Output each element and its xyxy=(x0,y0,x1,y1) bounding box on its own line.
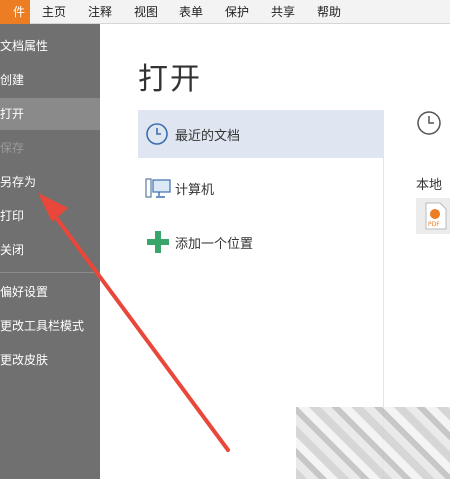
menu-file-tab[interactable]: 件 xyxy=(0,0,30,24)
clock-icon xyxy=(417,111,441,135)
svg-text:PDF: PDF xyxy=(428,221,440,228)
sidebar-item-open[interactable]: 打开 xyxy=(0,98,100,130)
recent-file-item[interactable]: PDF xyxy=(416,198,450,234)
sidebar-item-save[interactable]: 保存 xyxy=(0,132,100,164)
place-label: 最近的文档 xyxy=(175,129,241,144)
blurred-region xyxy=(296,407,450,479)
sidebar-item-preferences[interactable]: 偏好设置 xyxy=(0,276,100,308)
menu-bar: 件 主页 注释 视图 表单 保护 共享 帮助 xyxy=(0,0,450,24)
sidebar-divider xyxy=(0,272,100,273)
sidebar-item-change-skin[interactable]: 更改皮肤 xyxy=(0,344,100,376)
menu-home[interactable]: 主页 xyxy=(42,4,66,20)
plus-icon xyxy=(147,231,169,253)
place-recent-documents[interactable]: 最近的文档 xyxy=(138,110,384,158)
menu-form[interactable]: 表单 xyxy=(179,4,203,20)
menu-protect[interactable]: 保护 xyxy=(225,4,249,20)
page-title: 打开 xyxy=(138,62,202,97)
computer-icon xyxy=(145,178,171,198)
clock-icon xyxy=(146,123,168,145)
place-add-location[interactable]: 添加一个位置 xyxy=(138,218,384,266)
sidebar-item-create[interactable]: 创建 xyxy=(0,64,100,96)
menu-help[interactable]: 帮助 xyxy=(317,4,341,20)
file-sidebar: 文档属性 创建 打开 保存 另存为 打印 关闭 偏好设置 更改工具栏模式 更改皮… xyxy=(0,24,100,479)
menu-share[interactable]: 共享 xyxy=(271,4,295,20)
local-section-label: 本地 xyxy=(416,178,443,193)
place-label: 计算机 xyxy=(175,183,215,198)
pdf-file-icon: PDF xyxy=(425,202,447,230)
sidebar-item-properties[interactable]: 文档属性 xyxy=(0,30,100,62)
sidebar-item-save-as[interactable]: 另存为 xyxy=(0,166,100,198)
place-computer[interactable]: 计算机 xyxy=(138,164,384,212)
sidebar-item-close[interactable]: 关闭 xyxy=(0,234,100,266)
menu-view[interactable]: 视图 xyxy=(134,4,158,20)
sidebar-item-toolbar-mode[interactable]: 更改工具栏模式 xyxy=(0,310,100,342)
menu-comment[interactable]: 注释 xyxy=(88,4,112,20)
sidebar-item-print[interactable]: 打印 xyxy=(0,200,100,232)
place-label: 添加一个位置 xyxy=(175,237,254,252)
